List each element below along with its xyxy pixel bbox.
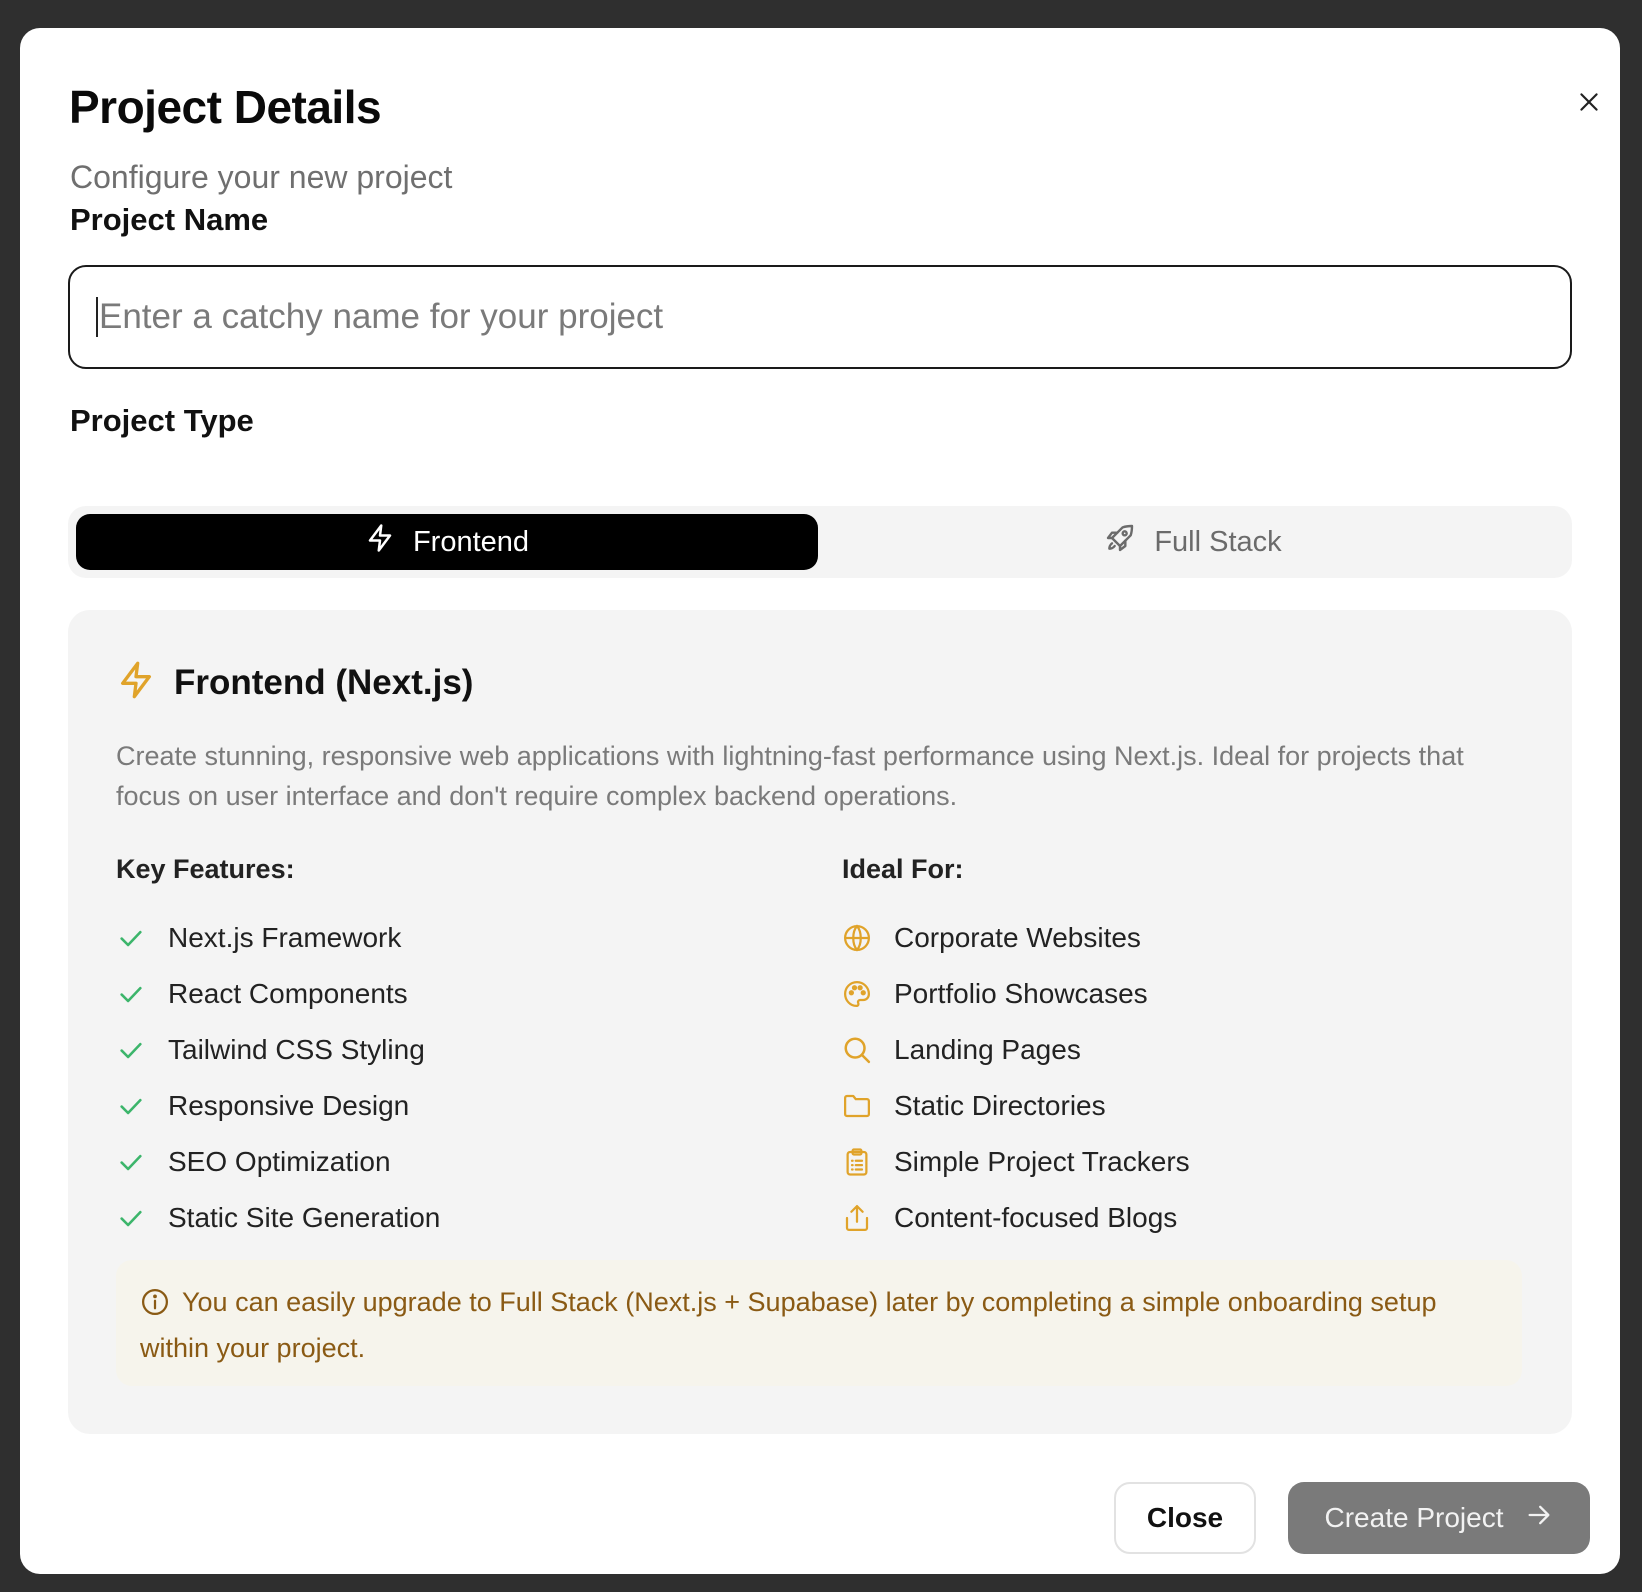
details-title: Frontend (Next.js): [174, 662, 474, 702]
rocket-icon: [1104, 522, 1136, 562]
list-item: Responsive Design: [116, 1078, 440, 1134]
folder-icon: [842, 1091, 872, 1121]
project-type-toggle: Frontend Full Stack: [68, 506, 1572, 578]
check-icon: [116, 1091, 146, 1121]
palette-icon: [842, 979, 872, 1009]
list-item: React Components: [116, 966, 440, 1022]
lightning-icon: [365, 523, 395, 561]
create-project-label: Create Project: [1324, 1502, 1504, 1533]
check-icon: [116, 1203, 146, 1233]
check-icon: [116, 979, 146, 1009]
text-caret: [96, 297, 98, 337]
project-name-label: Project Name: [70, 202, 269, 237]
project-type-details: Frontend (Next.js) Create stunning, resp…: [68, 610, 1572, 1434]
feature-label: SEO Optimization: [168, 1146, 391, 1177]
key-features-list: Next.js Framework React Components Tailw…: [116, 910, 440, 1246]
arrow-right-icon: [1525, 1501, 1553, 1536]
feature-label: React Components: [168, 978, 408, 1009]
list-item: Tailwind CSS Styling: [116, 1022, 440, 1078]
tab-full-stack-label: Full Stack: [1154, 525, 1282, 558]
close-icon[interactable]: [1565, 78, 1613, 126]
list-item: Simple Project Trackers: [842, 1134, 1190, 1190]
ideal-for-title: Ideal For:: [842, 854, 964, 884]
project-name-input[interactable]: Enter a catchy name for your project: [68, 265, 1572, 369]
feature-label: Tailwind CSS Styling: [168, 1034, 425, 1065]
list-item: Portfolio Showcases: [842, 966, 1190, 1022]
globe-icon: [842, 923, 872, 953]
dialog-title: Project Details: [69, 81, 382, 133]
list-item: Corporate Websites: [842, 910, 1190, 966]
key-features-title: Key Features:: [116, 854, 295, 884]
tab-frontend[interactable]: Frontend: [76, 514, 818, 570]
list-item: Content-focused Blogs: [842, 1190, 1190, 1246]
list-item: Static Site Generation: [116, 1190, 440, 1246]
upgrade-notice-text: You can easily upgrade to Full Stack (Ne…: [140, 1287, 1437, 1363]
ideal-for-label: Simple Project Trackers: [894, 1146, 1190, 1177]
tab-frontend-label: Frontend: [412, 525, 530, 558]
feature-label: Next.js Framework: [168, 922, 402, 953]
check-icon: [116, 923, 146, 953]
search-icon: [842, 1035, 872, 1065]
ideal-for-label: Portfolio Showcases: [894, 978, 1148, 1009]
details-header: Frontend (Next.js): [116, 660, 473, 705]
tab-full-stack[interactable]: Full Stack: [822, 514, 1564, 570]
list-item: Static Directories: [842, 1078, 1190, 1134]
ideal-for-label: Landing Pages: [894, 1034, 1081, 1065]
lightning-icon: [116, 660, 156, 705]
project-name-placeholder: Enter a catchy name for your project: [99, 297, 664, 336]
close-button-label: Close: [1146, 1502, 1224, 1533]
clipboard-icon: [842, 1147, 872, 1177]
list-item: Landing Pages: [842, 1022, 1190, 1078]
feature-label: Static Site Generation: [168, 1202, 441, 1233]
info-icon: [140, 1287, 170, 1328]
check-icon: [116, 1147, 146, 1177]
check-icon: [116, 1035, 146, 1065]
ideal-for-label: Corporate Websites: [894, 922, 1141, 953]
details-description: Create stunning, responsive web applicat…: [116, 741, 1464, 811]
feature-label: Responsive Design: [168, 1090, 410, 1121]
ideal-for-list: Corporate Websites Portfolio Showcases L…: [842, 910, 1190, 1246]
ideal-for-label: Static Directories: [894, 1090, 1106, 1121]
project-type-label: Project Type: [70, 403, 254, 438]
dialog-subtitle: Configure your new project: [70, 159, 453, 195]
close-button[interactable]: Close: [1114, 1482, 1256, 1554]
list-item: Next.js Framework: [116, 910, 440, 966]
upgrade-notice: You can easily upgrade to Full Stack (Ne…: [116, 1260, 1522, 1386]
project-details-dialog: Project Details Configure your new proje…: [20, 28, 1620, 1574]
ideal-for-label: Content-focused Blogs: [894, 1202, 1178, 1233]
create-project-button[interactable]: Create Project: [1288, 1482, 1590, 1554]
list-item: SEO Optimization: [116, 1134, 440, 1190]
share-icon: [842, 1203, 872, 1233]
